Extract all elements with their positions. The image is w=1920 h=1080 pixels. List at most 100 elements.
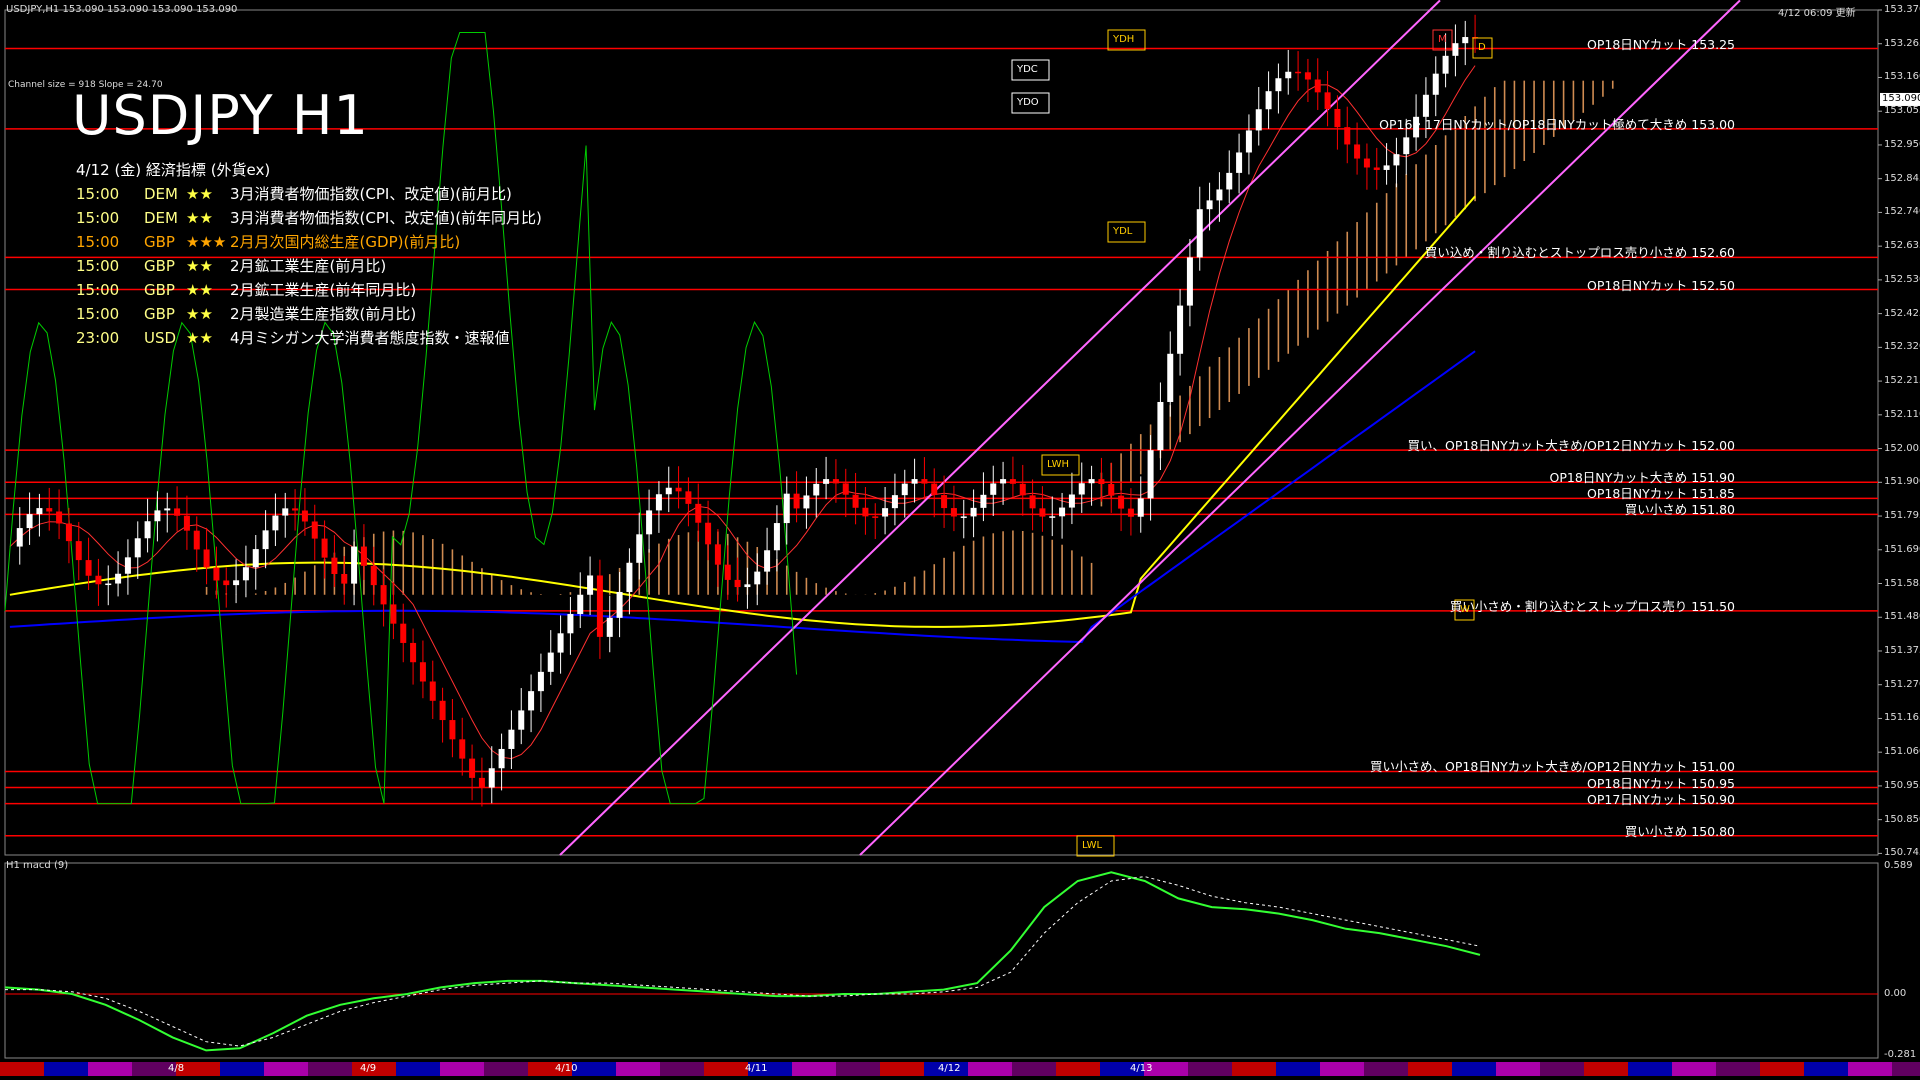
price-level-note: OP18日NYカット 152.50 — [1587, 277, 1735, 293]
candle-body — [823, 479, 830, 484]
marker-ydo: YDO — [1017, 97, 1039, 108]
candle-body — [1442, 55, 1449, 74]
price-level-note: OP16・17日NYカット/OP18日NYカット極めて大きめ 153.00 — [1379, 116, 1735, 132]
candle-body — [105, 583, 112, 586]
candle-body — [1118, 495, 1125, 509]
candle-body — [714, 544, 721, 565]
x-tick-label: 4/11 — [745, 1063, 768, 1074]
candle-body — [842, 483, 849, 495]
candle-body — [1009, 479, 1016, 484]
price-level-note: 買い小さめ・割り込むとストップロス売り 151.50 — [1449, 598, 1735, 614]
session-strip — [484, 1062, 528, 1076]
candle-body — [901, 483, 908, 496]
candle-body — [1393, 154, 1400, 166]
candle-body — [665, 487, 672, 495]
candle-body — [862, 507, 869, 517]
candle-body — [557, 633, 564, 653]
x-tick-label: 4/8 — [168, 1063, 185, 1074]
event-stars: ★★ — [186, 329, 213, 347]
y-tick-label: 153.370 — [1884, 4, 1920, 15]
event-row: 15:00 DEM ★★ 3月消費者物価指数(CPI、改定値)(前年同月比) — [76, 206, 542, 230]
candle-body — [1363, 158, 1370, 168]
event-name: 2月製造業生産指数(前月比) — [230, 305, 417, 323]
session-strip — [1760, 1062, 1804, 1076]
session-strip — [660, 1062, 704, 1076]
candle-body — [16, 528, 23, 547]
y-tick-label: 150.955 — [1884, 779, 1920, 791]
x-tick-label: 4/9 — [360, 1063, 377, 1074]
session-strip — [792, 1062, 836, 1076]
candle-body — [1403, 137, 1410, 155]
session-strip — [836, 1062, 880, 1076]
candle-body — [1285, 71, 1292, 79]
y-tick-label: 151.900 — [1884, 476, 1920, 488]
candle-body — [1019, 483, 1026, 496]
candle-body — [272, 515, 279, 531]
candle-body — [252, 549, 259, 568]
candle-body — [705, 522, 712, 545]
event-name: 2月月次国内総生産(GDP)(前月比) — [230, 233, 461, 251]
y-tick-label: 152.530 — [1884, 273, 1920, 285]
candle-body — [724, 564, 731, 580]
candle-body — [1462, 37, 1469, 44]
event-row: 15:00 GBP ★★ 2月鉱工業生産(前月比) — [76, 254, 542, 278]
session-strip — [264, 1062, 308, 1076]
candle-body — [872, 516, 879, 518]
candle-body — [75, 541, 82, 561]
y-tick-label: 151.795 — [1884, 510, 1920, 522]
session-strip — [1276, 1062, 1320, 1076]
y-tick-label: 151.375 — [1884, 644, 1920, 656]
candle-body — [1432, 73, 1439, 95]
candle-body — [1127, 508, 1134, 517]
candle-body — [882, 508, 889, 517]
event-currency: GBP — [144, 233, 175, 251]
candle-body — [301, 510, 308, 522]
candle-body — [616, 591, 623, 618]
candle-body — [321, 538, 328, 558]
y-tick-label: 151.480 — [1884, 611, 1920, 623]
candle-body — [213, 567, 220, 581]
event-stars: ★★ — [186, 281, 213, 299]
candle-body — [852, 494, 859, 508]
candle-body — [331, 557, 338, 575]
candle-body — [1354, 144, 1361, 159]
candle-body — [360, 546, 367, 566]
candle-body — [950, 508, 957, 517]
candle-body — [1314, 79, 1321, 93]
session-strip — [1232, 1062, 1276, 1076]
event-name: 2月鉱工業生産(前月比) — [230, 257, 387, 275]
candle-body — [233, 580, 240, 586]
session-strip — [572, 1062, 616, 1076]
candle-body — [891, 495, 898, 509]
candle-body — [1177, 305, 1184, 354]
candle-body — [115, 573, 122, 584]
session-strip — [1716, 1062, 1760, 1076]
candle-body — [636, 534, 643, 563]
candle-body — [193, 530, 200, 550]
candle-body — [36, 508, 43, 515]
price-level-note: OP17日NYカット 150.90 — [1587, 791, 1735, 807]
candle-body — [1196, 209, 1203, 258]
candle-body — [1373, 167, 1380, 170]
event-time: 15:00 — [76, 305, 120, 323]
candle-body — [754, 571, 761, 585]
candle-body — [1216, 189, 1223, 201]
candle-body — [419, 662, 426, 682]
candle-body — [921, 479, 928, 484]
session-strip — [1012, 1062, 1056, 1076]
candle-body — [242, 567, 249, 581]
macd-line — [4, 871, 1481, 1052]
session-strip — [88, 1062, 132, 1076]
candle-body — [223, 580, 230, 586]
ma-blue — [9, 350, 1476, 644]
candle-body — [85, 560, 92, 576]
y-tick-label: 151.165 — [1884, 712, 1920, 724]
candle-body — [1226, 172, 1233, 190]
event-row: 15:00 GBP ★★ 2月製造業生産指数(前月比) — [76, 302, 542, 326]
candle-body — [498, 748, 505, 769]
session-strip — [220, 1062, 264, 1076]
session-strip — [616, 1062, 660, 1076]
candle-body — [783, 493, 790, 524]
session-strip — [440, 1062, 484, 1076]
session-strip — [396, 1062, 440, 1076]
